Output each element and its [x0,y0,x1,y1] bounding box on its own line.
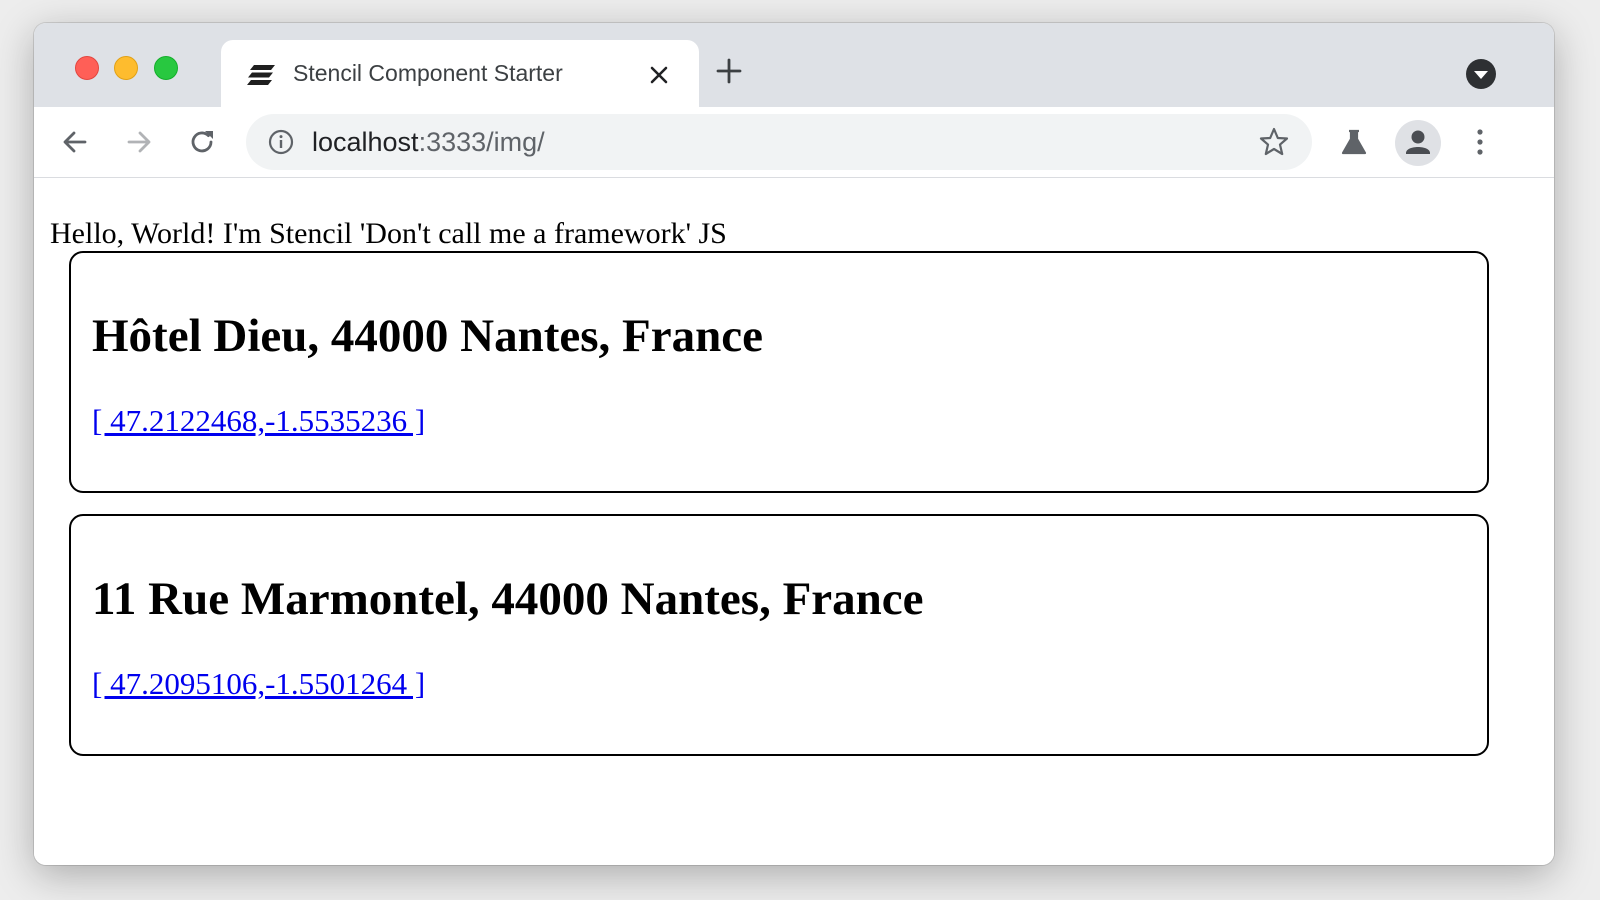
reload-icon[interactable] [185,125,219,159]
greeting-text: Hello, World! I'm Stencil 'Don't call me… [50,217,727,250]
coordinates-link[interactable]: [ 47.2095106,-1.5501264 ] [92,666,425,702]
page-content: Hello, World! I'm Stencil 'Don't call me… [34,179,1554,865]
tab-active[interactable]: Stencil Component Starter [221,40,699,107]
url-text[interactable]: localhost:3333/img/ [312,127,545,158]
close-icon[interactable] [644,60,674,90]
star-icon[interactable] [1258,126,1290,158]
person-icon [1406,130,1430,154]
flask-icon[interactable] [1337,125,1371,159]
browser-window: Stencil Component Starter localhost:3333… [34,23,1554,865]
coordinates-link[interactable]: [ 47.2122468,-1.5535236 ] [92,403,425,439]
place-title: 11 Rue Marmontel, 44000 Nantes, France [92,573,924,625]
kebab-menu-icon[interactable] [1463,125,1497,159]
arrow-left-icon[interactable] [58,125,92,159]
tab-search-button[interactable] [1466,59,1496,89]
chevron-down-icon [1474,71,1488,79]
close-window-button[interactable] [75,56,99,80]
maximize-window-button[interactable] [154,56,178,80]
tab-strip: Stencil Component Starter [34,23,1554,107]
browser-toolbar: localhost:3333/img/ [34,107,1554,178]
stencil-logo-icon [247,65,275,85]
place-card: 11 Rue Marmontel, 44000 Nantes, France [… [69,514,1489,756]
address-bar[interactable]: localhost:3333/img/ [246,114,1312,170]
place-card: Hôtel Dieu, 44000 Nantes, France [ 47.21… [69,251,1489,493]
place-title: Hôtel Dieu, 44000 Nantes, France [92,310,763,362]
url-host: localhost [312,127,419,157]
plus-icon[interactable] [714,56,744,86]
url-path: :3333/img/ [418,127,545,157]
info-icon[interactable] [268,129,294,155]
profile-button[interactable] [1395,120,1441,166]
minimize-window-button[interactable] [114,56,138,80]
tab-title: Stencil Component Starter [293,60,563,86]
arrow-right-icon[interactable] [122,125,156,159]
